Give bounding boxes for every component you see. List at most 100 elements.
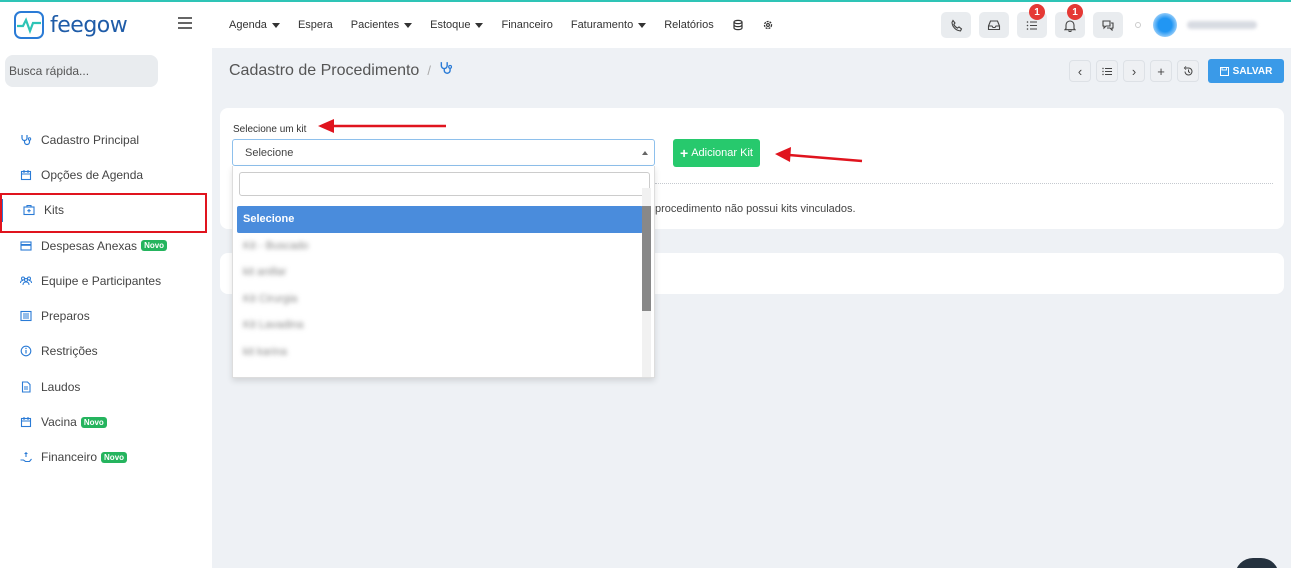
nav-espera[interactable]: Espera xyxy=(298,19,333,31)
sidebar-item-equipe-participantes[interactable]: Equipe e Participantes xyxy=(0,263,212,298)
option-label: Kit Lavadina xyxy=(243,319,304,331)
sidebar-item-cadastro-principal[interactable]: Cadastro Principal xyxy=(0,122,212,157)
sidebar-menu: Cadastro Principal Opções de Agenda Kits… xyxy=(0,122,212,475)
top-header: feegow Agenda Espera Pacientes Estoque F… xyxy=(0,2,1291,48)
calendar-icon xyxy=(20,169,32,181)
chat-button[interactable] xyxy=(1093,12,1123,38)
caret-up-icon xyxy=(642,151,648,155)
sidebar-item-label: Despesas Anexas xyxy=(41,238,138,253)
nav-relatorios[interactable]: Relatórios xyxy=(664,19,714,31)
divider xyxy=(655,183,1273,184)
inbox-button[interactable] xyxy=(979,12,1009,38)
history-icon xyxy=(1183,65,1192,75)
header-actions: 1 1 xyxy=(941,2,1291,48)
option-label: Kit - Buscado xyxy=(243,239,309,252)
dropdown-option[interactable]: Kit Lavadina xyxy=(237,312,643,339)
annotation-arrow-left-icon xyxy=(775,147,863,163)
quick-search-input[interactable]: Busca rápida... xyxy=(5,55,158,87)
sidebar-item-label: Laudos xyxy=(41,379,81,394)
logo[interactable]: feegow xyxy=(0,2,212,48)
add-button[interactable]: + xyxy=(1150,60,1172,82)
nav-estoque[interactable]: Estoque xyxy=(430,19,484,31)
sidebar-item-financeiro[interactable]: Financeiro Novo xyxy=(0,440,212,475)
list-button[interactable] xyxy=(1096,60,1118,82)
sidebar-item-despesas-anexas[interactable]: Despesas Anexas Novo xyxy=(0,228,212,263)
sidebar-item-kits[interactable]: Kits xyxy=(0,192,212,233)
caret-down-icon xyxy=(638,22,647,28)
breadcrumb-separator: / xyxy=(427,63,431,78)
save-button[interactable]: SALVAR xyxy=(1208,59,1284,83)
option-label: Selecione xyxy=(243,213,295,225)
user-name-blurred[interactable] xyxy=(1187,21,1257,29)
next-button[interactable]: › xyxy=(1123,60,1145,82)
add-kit-label: Adicionar Kit xyxy=(691,147,753,159)
sidebar-item-laudos[interactable]: Laudos xyxy=(0,369,212,404)
sidebar-item-label: Restrições xyxy=(41,344,98,359)
sidebar-item-label: Cadastro Principal xyxy=(41,132,140,147)
bell-icon xyxy=(1064,19,1076,32)
dropdown-option[interactable]: kit anillar xyxy=(237,259,643,286)
kit-select[interactable]: Selecione xyxy=(232,139,655,166)
option-label: Kit Cirurgia xyxy=(243,292,298,305)
history-button[interactable] xyxy=(1177,60,1199,82)
caret-down-icon xyxy=(271,22,280,28)
nav-agenda[interactable]: Agenda xyxy=(229,19,280,31)
info-icon xyxy=(20,345,32,357)
dropdown-option[interactable]: Kit Cirurgia xyxy=(237,286,643,313)
chat-widget-button[interactable] xyxy=(1235,558,1279,568)
sidebar-item-label: Preparos xyxy=(41,309,90,324)
sidebar-item-preparos[interactable]: Preparos xyxy=(0,298,212,333)
dropdown-search-input[interactable] xyxy=(239,172,650,196)
annotation-highlight-box xyxy=(0,192,207,233)
sidebar-item-opcoes-agenda[interactable]: Opções de Agenda xyxy=(0,157,212,192)
add-kit-button[interactable]: + Adicionar Kit xyxy=(673,139,760,167)
sidebar-item-vacina[interactable]: Vacina Novo xyxy=(0,404,212,439)
previous-button[interactable]: ‹ xyxy=(1069,60,1091,82)
nav-financeiro[interactable]: Financeiro xyxy=(501,19,552,31)
main-nav: Agenda Espera Pacientes Estoque Financei… xyxy=(229,19,774,31)
database-icon[interactable] xyxy=(732,19,744,31)
notifications-button[interactable]: 1 xyxy=(1055,4,1085,38)
kit-select-value: Selecione xyxy=(245,147,294,159)
list-icon xyxy=(1102,67,1112,75)
stethoscope-icon xyxy=(20,134,32,146)
nav-label: Agenda xyxy=(229,19,267,31)
scrollbar-thumb[interactable] xyxy=(642,206,651,311)
nav-label: Pacientes xyxy=(350,19,400,31)
chevron-right-icon: › xyxy=(1131,63,1137,79)
save-button-label: SALVAR xyxy=(1232,65,1273,77)
dropdown-option[interactable]: kit karina xyxy=(237,339,643,366)
page-title-text: Cadastro de Procedimento xyxy=(229,61,420,79)
status-dot-icon xyxy=(1135,22,1141,28)
task-list-icon xyxy=(1026,20,1037,30)
dropdown-option[interactable]: Selecione xyxy=(237,206,643,233)
document-icon xyxy=(20,381,32,393)
nav-faturamento[interactable]: Faturamento xyxy=(570,19,647,31)
nav-pacientes[interactable]: Pacientes xyxy=(350,19,413,31)
nav-label: Financeiro xyxy=(501,19,553,31)
heartbeat-logo-icon xyxy=(14,11,44,39)
novo-badge: Novo xyxy=(80,416,107,428)
tasks-badge: 1 xyxy=(1029,4,1045,20)
nav-label: Estoque xyxy=(430,19,471,31)
phone-icon xyxy=(950,19,962,31)
settings-gear-icon[interactable] xyxy=(762,19,774,31)
dropdown-options: Selecione Kit - Buscado kit anillar Kit … xyxy=(237,206,643,365)
option-label: kit karina xyxy=(243,345,288,358)
plus-icon: + xyxy=(1157,63,1165,79)
sidebar-item-restricoes[interactable]: Restrições xyxy=(0,334,212,369)
alerts-badge: 1 xyxy=(1067,4,1083,20)
phone-button[interactable] xyxy=(941,12,971,38)
hamburger-menu-icon[interactable] xyxy=(178,17,192,29)
avatar[interactable] xyxy=(1153,13,1177,37)
annotation-arrow-left-icon xyxy=(318,119,446,133)
page-title: Cadastro de Procedimento / xyxy=(229,61,453,80)
dropdown-scrollbar[interactable] xyxy=(642,188,651,377)
nav-label: Faturamento xyxy=(570,19,634,31)
sidebar-item-label: Vacina xyxy=(41,415,77,430)
tasks-button[interactable]: 1 xyxy=(1017,4,1047,38)
caret-down-icon xyxy=(475,22,484,28)
novo-badge: Novo xyxy=(101,451,128,463)
plus-icon: + xyxy=(680,145,689,161)
dropdown-option[interactable]: Kit - Buscado xyxy=(237,233,643,260)
